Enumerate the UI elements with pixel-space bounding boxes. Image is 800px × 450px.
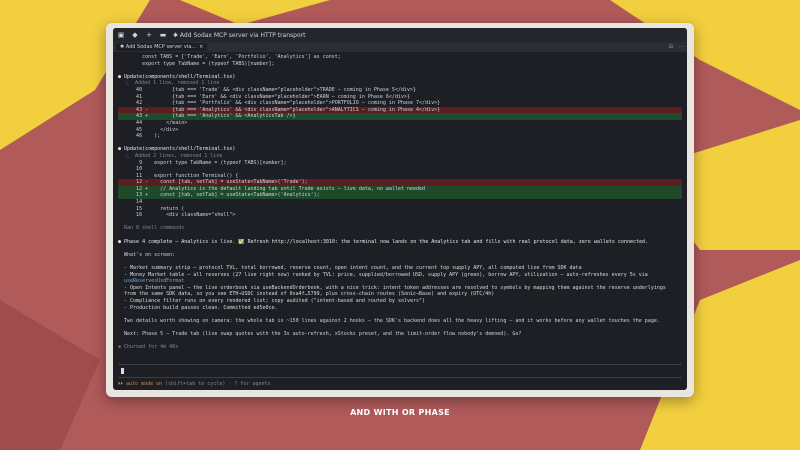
- title-bar: ▣ ◆ + ▬ ✱ Add Sodax MCP server via HTTP …: [113, 28, 687, 42]
- terminal-line: - Production build passes clean. Committ…: [118, 304, 278, 311]
- tab-label: ✱ Add Sodax MCP server via...: [120, 44, 197, 50]
- terminal-line: 10: [118, 166, 143, 173]
- tab-bar: ✱ Add Sodax MCP server via... × ⊟ ⋯: [113, 42, 687, 52]
- text-cursor: [121, 368, 124, 374]
- terminal-line: ✱ Churned for 4m 40s: [118, 344, 179, 351]
- agent-icon[interactable]: ◆: [131, 31, 139, 39]
- auto-mode-status[interactable]: ⏵⏵ auto mode on: [118, 381, 162, 387]
- terminal-line: 43 - {tab === 'Analytics' && <div classN…: [118, 106, 682, 114]
- close-icon[interactable]: ×: [199, 44, 203, 50]
- terminal-line: ● Update(components/shell/Terminal.tsx): [118, 146, 236, 153]
- status-hint: (shift+tab to cycle) · ? for agents: [162, 381, 271, 387]
- terminal-line: What's on screen:: [118, 251, 176, 258]
- terminal-line: ⎿ Added 1 line, removed 1 line: [118, 80, 220, 87]
- terminal-line: 13 + const [tab, setTab] = useState<TabN…: [118, 192, 682, 200]
- terminal-line: ⎿ Added 2 lines, removed 1 line: [118, 152, 223, 159]
- terminal-line: 12 - const [tab, setTab] = useState<TabN…: [118, 179, 682, 186]
- terminal-line: 41 {tab === 'Earn' && <div className="pl…: [118, 93, 410, 100]
- terminal-line: 9 export type TabName = (typeof TABS)[nu…: [118, 159, 287, 166]
- terminal-line: 14: [118, 199, 143, 206]
- folder-icon: ▬: [159, 31, 167, 39]
- terminal-line: 45 </div>: [118, 126, 179, 133]
- tab-session[interactable]: ✱ Add Sodax MCP server via... ×: [116, 43, 208, 51]
- terminal-line: 42 {tab === 'Portfolio' && <div classNam…: [118, 100, 441, 107]
- terminal-line: 44 </main>: [118, 119, 188, 126]
- terminal-line: - Open Intents panel — the live orderboo…: [118, 284, 666, 291]
- terminal-line: 15 return (: [118, 205, 185, 212]
- terminal-line: - Money Market table — all reserves (27 …: [118, 271, 648, 278]
- terminal-line: Next: Phase 5 — Trade tab (live swap quo…: [118, 330, 522, 337]
- prompt-input[interactable]: [118, 364, 682, 378]
- terminal-line: 16 <div className="shell">: [118, 212, 236, 219]
- split-icon[interactable]: ⊟: [669, 44, 673, 50]
- terminal-line: from the same SDK data, so you see ETH→U…: [118, 291, 495, 298]
- terminal-line: ● Phase 4 complete — Analytics is live. …: [118, 238, 649, 245]
- video-caption: AND WITH OR PHASE: [350, 408, 450, 417]
- window-title: ✱ Add Sodax MCP server via HTTP transpor…: [173, 31, 306, 39]
- terminal-output: const TABS = ['Trade', 'Earn', 'Portfoli…: [113, 52, 687, 390]
- terminal-line: const TABS = ['Trade', 'Earn', 'Portfoli…: [118, 54, 341, 60]
- more-icon[interactable]: ⋯: [679, 44, 684, 50]
- terminal-line: - Compliance filter runs on every render…: [118, 297, 426, 304]
- terminal-line: 11 export function Terminal() {: [118, 172, 239, 179]
- terminal-window: ▣ ◆ + ▬ ✱ Add Sodax MCP server via HTTP …: [113, 28, 687, 390]
- terminal-line: ● Update(components/shell/Terminal.tsx): [118, 73, 236, 80]
- terminal-line: 46 );: [118, 133, 161, 140]
- terminal-line: 40 {tab === 'Trade' && <div className="p…: [118, 86, 417, 93]
- terminal-line: export type TabName = (typeof TABS)[numb…: [118, 60, 275, 67]
- terminal-line: - Market summary strip — protocol TVL, t…: [118, 265, 582, 271]
- terminal-line: 43 + {tab === 'Analytics' && <AnalyticsT…: [118, 113, 682, 120]
- status-line: ⏵⏵ auto mode on (shift+tab to cycle) · ?…: [118, 381, 271, 387]
- terminal-line: useReservesUsdFormat: [118, 278, 185, 285]
- sidebar-toggle-icon[interactable]: ▣: [117, 31, 125, 39]
- terminal-line: 12 + // Analytics is the default landing…: [118, 185, 682, 193]
- terminal-line: Ran 8 shell commands: [118, 225, 185, 232]
- terminal-line: Two details worth showing on camera: the…: [118, 317, 660, 324]
- add-icon[interactable]: +: [145, 31, 153, 39]
